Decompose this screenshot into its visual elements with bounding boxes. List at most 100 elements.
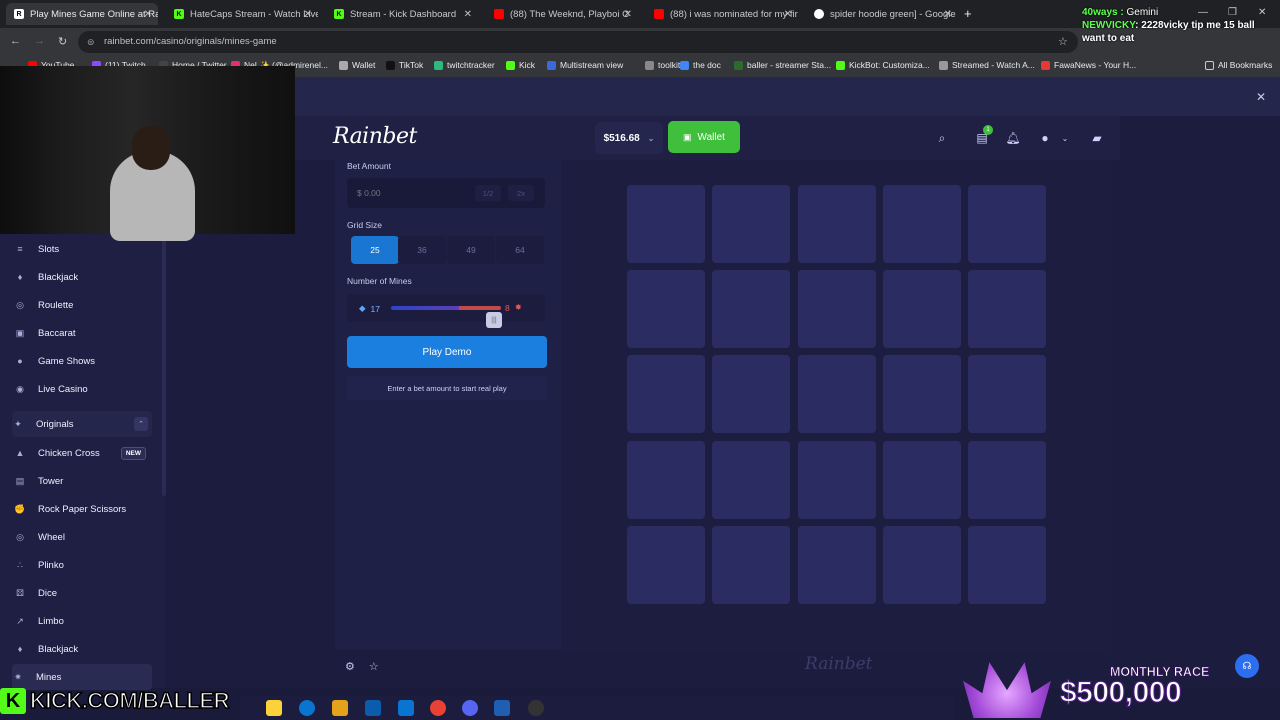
- mine-tile[interactable]: [627, 270, 705, 348]
- mine-tile[interactable]: [883, 526, 961, 604]
- mine-tile[interactable]: [883, 355, 961, 433]
- sidebar-item-roulette[interactable]: ◎ Roulette: [14, 292, 154, 318]
- mine-tile[interactable]: [627, 441, 705, 519]
- grid-size-25-button[interactable]: 25: [351, 236, 399, 264]
- play-demo-button[interactable]: Play Demo: [347, 336, 547, 368]
- bookmark-item[interactable]: twitchtracker: [434, 60, 495, 70]
- folder-icon[interactable]: [332, 700, 348, 716]
- sidebar-item-wheel[interactable]: ◎ Wheel: [14, 524, 154, 550]
- close-banner-icon[interactable]: ✕: [1256, 90, 1266, 104]
- mine-tile[interactable]: [712, 441, 790, 519]
- store-icon[interactable]: [365, 700, 381, 716]
- obs-icon[interactable]: [528, 700, 544, 716]
- mine-tile[interactable]: [968, 355, 1046, 433]
- bookmark-star-icon[interactable]: ☆: [1058, 35, 1068, 48]
- mine-tile[interactable]: [798, 526, 876, 604]
- favorite-star-icon[interactable]: ☆: [369, 660, 379, 673]
- grid-size-36-button[interactable]: 36: [398, 236, 446, 264]
- mine-tile[interactable]: [712, 185, 790, 263]
- tab-hatecaps-stream[interactable]: K HateCaps Stream - Watch Live o ✕: [166, 3, 318, 25]
- grid-size-49-button[interactable]: 49: [447, 236, 495, 264]
- sidebar-item-game-shows[interactable]: ● Game Shows: [14, 348, 154, 374]
- search-icon[interactable]: ⌕: [932, 128, 952, 148]
- rewards-gift-icon[interactable]: ▤ 1: [972, 125, 993, 148]
- all-bookmarks-folder[interactable]: All Bookmarks: [1205, 60, 1272, 70]
- mine-tile[interactable]: [883, 270, 961, 348]
- sidebar-item-chicken-cross[interactable]: ▲ Chicken Cross NEW: [14, 440, 154, 466]
- mine-tile[interactable]: [627, 526, 705, 604]
- bookmark-item[interactable]: Multistream view: [547, 60, 623, 70]
- mine-tile[interactable]: [798, 185, 876, 263]
- edge-icon[interactable]: [299, 700, 315, 716]
- sidebar-item-plinko[interactable]: ∴ Plinko: [14, 552, 154, 578]
- wallet-button[interactable]: ▣ Wallet: [668, 121, 740, 153]
- chevron-down-icon[interactable]: ⌄: [1055, 128, 1075, 148]
- collapse-icon[interactable]: ⌃: [134, 417, 148, 431]
- bell-icon[interactable]: 🔔︎: [1003, 128, 1023, 148]
- sidebar-item-blackjack[interactable]: ♦ Blackjack: [14, 264, 154, 290]
- back-icon[interactable]: ←: [10, 35, 21, 47]
- sidebar-item-dice[interactable]: ⚄ Dice: [14, 580, 154, 606]
- reload-icon[interactable]: ↻: [58, 35, 67, 48]
- sidebar-item-blackjack[interactable]: ♦ Blackjack: [14, 636, 154, 662]
- rainbet-logo[interactable]: Rainbet: [333, 124, 417, 149]
- site-info-icon[interactable]: ⊜: [87, 31, 95, 53]
- bookmark-item[interactable]: toolkit: [645, 60, 680, 70]
- grid-size-64-button[interactable]: 64: [496, 236, 544, 264]
- bookmark-item[interactable]: FawaNews - Your H...: [1041, 60, 1136, 70]
- double-bet-button[interactable]: 2x: [508, 185, 534, 201]
- bookmark-item[interactable]: the doc: [680, 60, 721, 70]
- mine-tile[interactable]: [798, 441, 876, 519]
- monthly-race-banner[interactable]: MONTHLY RACE $500,000: [955, 652, 1240, 718]
- mine-tile[interactable]: [798, 270, 876, 348]
- close-tab-icon[interactable]: ✕: [624, 9, 632, 20]
- mines-slider-track[interactable]: |||: [391, 306, 502, 328]
- explorer-icon[interactable]: [266, 700, 282, 716]
- mine-tile[interactable]: [712, 270, 790, 348]
- mine-tile[interactable]: [627, 355, 705, 433]
- tab-google-search[interactable]: spider hoodie green] - Google ✕: [806, 3, 958, 25]
- mine-tile[interactable]: [968, 270, 1046, 348]
- bookmark-item[interactable]: TikTok: [386, 60, 423, 70]
- chat-icon[interactable]: ▰: [1087, 128, 1107, 148]
- tab-youtube-nominated[interactable]: (88) i was nominated for my fir ✕: [646, 3, 798, 25]
- bookmark-item[interactable]: KickBot: Customiza...: [836, 60, 930, 70]
- app-icon[interactable]: [494, 700, 510, 716]
- close-tab-icon[interactable]: ✕: [304, 9, 312, 20]
- mine-tile[interactable]: [883, 441, 961, 519]
- discord-icon[interactable]: [462, 700, 478, 716]
- tab-kick-dashboard[interactable]: K Stream - Kick Dashboard ✕: [326, 3, 478, 25]
- chrome-icon[interactable]: [430, 700, 446, 716]
- sidebar-item-rock-paper-scissors[interactable]: ✊ Rock Paper Scissors: [14, 496, 154, 522]
- mine-tile[interactable]: [627, 185, 705, 263]
- tab-mines-game[interactable]: R Play Mines Game Online at Rai ✕: [6, 3, 158, 25]
- close-tab-icon[interactable]: ✕: [144, 9, 152, 20]
- bookmark-item[interactable]: baller - streamer Sta...: [734, 60, 831, 70]
- mine-tile[interactable]: [968, 526, 1046, 604]
- bookmark-item[interactable]: Kick: [506, 60, 535, 70]
- tab-youtube-weeknd[interactable]: (88) The Weeknd, Playboi C ✕: [486, 3, 638, 25]
- close-tab-icon[interactable]: ✕: [944, 9, 952, 20]
- sidebar-item-tower[interactable]: ▤ Tower: [14, 468, 154, 494]
- sidebar-item-baccarat[interactable]: ▣ Baccarat: [14, 320, 154, 346]
- sidebar-scrollbar[interactable]: [162, 240, 166, 496]
- mine-tile[interactable]: [798, 355, 876, 433]
- balance-dropdown[interactable]: $516.68 ⌄: [595, 122, 663, 154]
- user-avatar-icon[interactable]: ●: [1035, 128, 1055, 148]
- support-headset-icon[interactable]: ☊: [1235, 654, 1259, 678]
- new-tab-button[interactable]: +: [964, 6, 972, 21]
- url-field[interactable]: ⊜ rainbet.com/casino/originals/mines-gam…: [78, 31, 1078, 53]
- bookmark-item[interactable]: Streamed - Watch A...: [939, 60, 1035, 70]
- forward-icon[interactable]: →: [34, 35, 45, 47]
- sidebar-originals-section[interactable]: ✦ Originals ⌃: [12, 411, 152, 437]
- mine-tile[interactable]: [883, 185, 961, 263]
- half-bet-button[interactable]: 1/2: [475, 185, 501, 201]
- settings-gear-icon[interactable]: ⚙: [345, 660, 355, 673]
- sidebar-item-live-casino[interactable]: ◉ Live Casino: [14, 376, 154, 402]
- mine-tile[interactable]: [712, 526, 790, 604]
- mine-tile[interactable]: [712, 355, 790, 433]
- close-tab-icon[interactable]: ✕: [784, 9, 792, 20]
- mine-tile[interactable]: [968, 441, 1046, 519]
- close-tab-icon[interactable]: ✕: [464, 9, 472, 20]
- sidebar-item-limbo[interactable]: ↗ Limbo: [14, 608, 154, 634]
